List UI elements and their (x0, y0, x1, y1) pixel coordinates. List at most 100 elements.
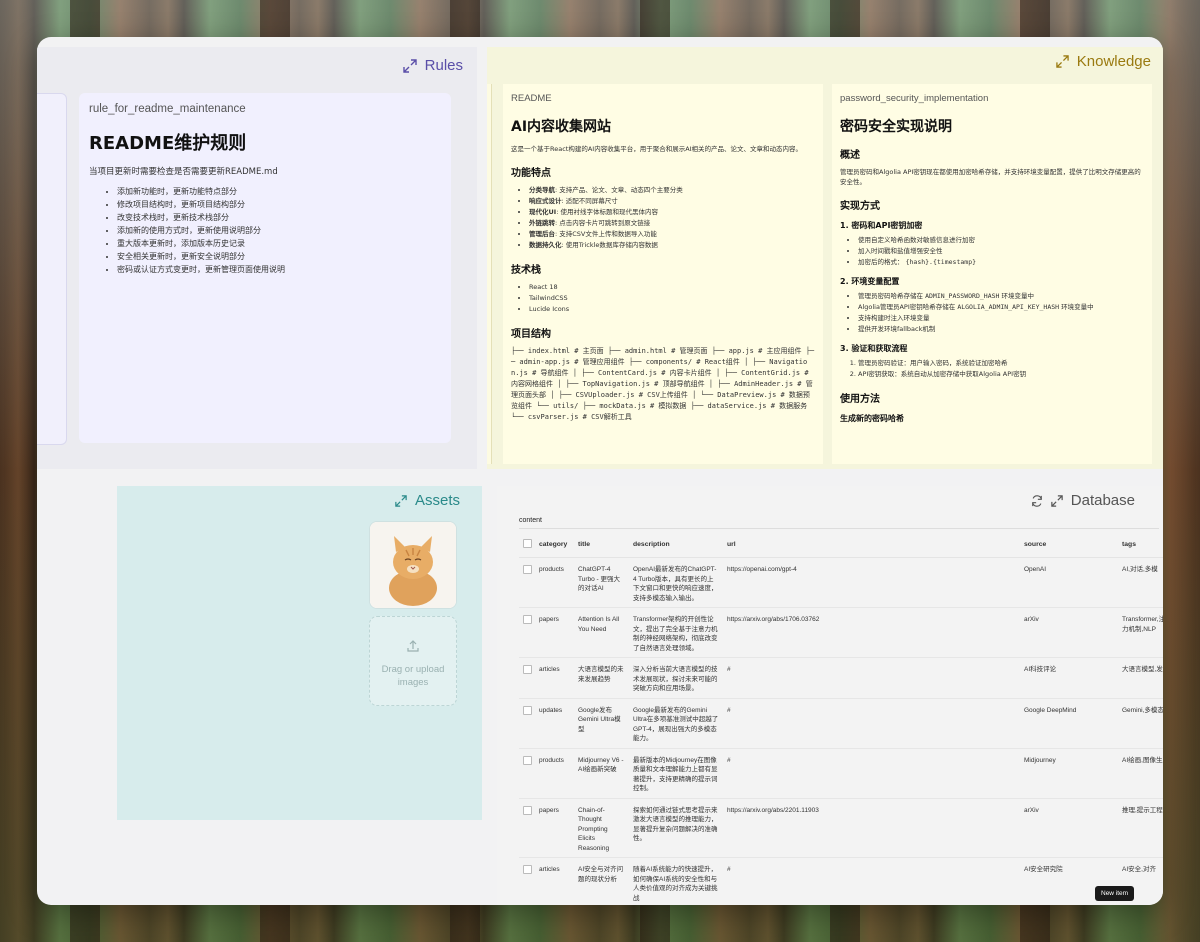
row-checkbox[interactable] (519, 798, 535, 858)
row-checkbox[interactable] (519, 748, 535, 799)
knowledge-card-readme[interactable]: README AI内容收集网站 这是一个基于React构建的AI内容收集平台，用… (503, 84, 823, 464)
table-row[interactable]: papers Attention Is All You Need Transfo… (519, 607, 1163, 658)
cell-title[interactable]: Google发布Gemini Ultra模型 (574, 698, 629, 749)
image-upload-dropzone[interactable]: Drag or upload images (369, 616, 457, 706)
cell-description[interactable]: OpenAI最新发布的ChatGPT-4 Turbo版本，具有更长的上下文窗口和… (629, 557, 723, 608)
list-item: 使用自定义哈希函数对敏感信息进行加密 (858, 235, 1144, 246)
usage-heading: 使用方法 (840, 394, 880, 405)
section-heading: 1. 密码和API密钥加密 (840, 221, 923, 230)
cell-title[interactable]: Attention Is All You Need (574, 607, 629, 658)
knowledge-card-tag: README (511, 93, 552, 104)
cell-url[interactable]: # (723, 657, 1020, 699)
column-header[interactable]: tags (1118, 532, 1163, 558)
structure-heading: 项目结构 (511, 329, 551, 340)
cell-category[interactable]: articles (535, 857, 574, 905)
tech-heading: 技术栈 (511, 265, 541, 276)
cell-description[interactable]: Google最新发布的Gemini Ultra在多项基准测试中超越了GPT-4，… (629, 698, 723, 749)
knowledge-card-tag: password_security_implementation (840, 93, 989, 104)
cell-category[interactable]: products (535, 748, 574, 799)
cell-tags[interactable]: AI绘画,图像生成 (1118, 748, 1163, 799)
cell-title[interactable]: ChatGPT-4 Turbo - 更强大的对话AI (574, 557, 629, 608)
table-row[interactable]: articles AI安全与对齐问题的现状分析 随着AI系统能力的快速提升，如何… (519, 857, 1163, 905)
expand-icon[interactable] (402, 58, 417, 73)
knowledge-panel: Knowledge README AI内容收集网站 这是一个基于React构建的… (487, 47, 1163, 469)
expand-icon[interactable] (395, 494, 407, 507)
column-header[interactable]: title (574, 532, 629, 558)
table-row[interactable]: articles 大语言模型的未来发展趋势 深入分析当前大语言模型的技术发展现状… (519, 657, 1163, 699)
table-row[interactable]: updates Google发布Gemini Ultra模型 Google最新发… (519, 698, 1163, 749)
cell-category[interactable]: products (535, 557, 574, 608)
list-item: 分类导航: 支持产品、论文、文章、动态四个主要分类 (529, 185, 815, 196)
row-checkbox[interactable] (519, 557, 535, 608)
rule-card[interactable]: rule_for_readme_maintenance README维护规则 当… (79, 93, 451, 443)
cell-title[interactable]: 大语言模型的未来发展趋势 (574, 657, 629, 699)
cell-category[interactable]: articles (535, 657, 574, 699)
table-row[interactable]: products Midjourney V6 - AI绘画新突破 最新版本的Mi… (519, 748, 1163, 799)
row-checkbox[interactable] (519, 657, 535, 699)
table-row[interactable]: products ChatGPT-4 Turbo - 更强大的对话AI Open… (519, 557, 1163, 608)
cell-title[interactable]: Midjourney V6 - AI绘画新突破 (574, 748, 629, 799)
refresh-icon[interactable] (1031, 494, 1043, 507)
cell-url[interactable]: # (723, 857, 1020, 905)
expand-icon[interactable] (1056, 55, 1069, 68)
cell-category[interactable]: papers (535, 798, 574, 858)
list-item: 数据持久化: 使用Trickle数据库存储内容数据 (529, 240, 815, 251)
tab-divider (519, 528, 1159, 529)
cell-url[interactable]: # (723, 748, 1020, 799)
cell-title[interactable]: Chain-of-Thought Prompting Elicits Reaso… (574, 798, 629, 858)
cell-category[interactable]: updates (535, 698, 574, 749)
column-header[interactable]: source (1020, 532, 1118, 558)
cell-source[interactable]: Midjourney (1020, 748, 1118, 799)
row-checkbox[interactable] (519, 607, 535, 658)
cell-description[interactable]: 最新版本的Midjourney在图像质量和文本理解能力上都有显著提升，支持更精确… (629, 748, 723, 799)
cell-description[interactable]: 深入分析当前大语言模型的技术发展现状，探讨未来可能的突破方向和应用场景。 (629, 657, 723, 699)
database-table: category title description url source ta… (519, 532, 1163, 905)
rule-card-partial[interactable] (37, 93, 67, 445)
cell-tags[interactable]: 推理,提示工程 (1118, 798, 1163, 858)
cell-url[interactable]: # (723, 698, 1020, 749)
list-item: 加入时间戳和盐值增强安全性 (858, 246, 1144, 257)
list-item: 修改项目结构时，更新项目结构部分 (117, 198, 441, 211)
cell-url[interactable]: https://arxiv.org/abs/2201.11903 (723, 798, 1020, 858)
column-header[interactable]: category (535, 532, 574, 558)
cell-source[interactable]: AI科技评论 (1020, 657, 1118, 699)
cell-tags[interactable]: 大语言模型,发展 (1118, 657, 1163, 699)
column-header[interactable]: description (629, 532, 723, 558)
table-row[interactable]: papers Chain-of-Thought Prompting Elicit… (519, 798, 1163, 858)
s3-list: 管理员密码验证：用户输入密码，系统验证加密哈希 API密钥获取：系统自动从加密存… (840, 358, 1144, 380)
overview-heading: 概述 (840, 150, 860, 161)
row-checkbox[interactable] (519, 698, 535, 749)
cell-description[interactable]: Transformer架构的开创性论文，提出了完全基于注意力机制的神经网络架构，… (629, 607, 723, 658)
tab-content[interactable]: content (519, 517, 542, 524)
cell-title[interactable]: AI安全与对齐问题的现状分析 (574, 857, 629, 905)
cell-source[interactable]: OpenAI (1020, 557, 1118, 608)
knowledge-card-password[interactable]: password_security_implementation 密码安全实现说… (832, 84, 1152, 464)
cell-source[interactable]: arXiv (1020, 607, 1118, 658)
new-item-button[interactable]: New item (1095, 886, 1135, 901)
cell-url[interactable]: https://openai.com/gpt-4 (723, 557, 1020, 608)
cell-description[interactable]: 随着AI系统能力的快速提升，如何确保AI系统的安全性和与人类价值观的对齐成为关键… (629, 857, 723, 905)
cell-tags[interactable]: Gemini,多模态 (1118, 698, 1163, 749)
cell-tags[interactable]: Transformer,注意力机制,NLP (1118, 607, 1163, 658)
cell-url[interactable]: https://arxiv.org/abs/1706.03762 (723, 607, 1020, 658)
rule-card-intro: 当项目更新时需要检查是否需要更新README.md (89, 167, 278, 177)
knowledge-card-partial[interactable] (487, 84, 492, 464)
expand-icon[interactable] (1051, 494, 1063, 507)
knowledge-card-heading: 密码安全实现说明 (840, 119, 952, 135)
cell-source[interactable]: arXiv (1020, 798, 1118, 858)
list-item: API密钥获取：系统自动从加密存储中获取Algolia API密钥 (858, 369, 1144, 380)
knowledge-header: Knowledge (1056, 53, 1151, 70)
cell-source[interactable]: Google DeepMind (1020, 698, 1118, 749)
assets-header: Assets (395, 492, 460, 509)
column-header[interactable]: url (723, 532, 1020, 558)
cell-tags[interactable]: AI,对话,多模 (1118, 557, 1163, 608)
cell-category[interactable]: papers (535, 607, 574, 658)
list-item: 外链跳转: 点击内容卡片可跳转到原文链接 (529, 218, 815, 229)
cell-description[interactable]: 探索如何通过链式思考提示来激发大语言模型的推理能力，显著提升复杂问题解决的准确性… (629, 798, 723, 858)
asset-thumbnail[interactable] (369, 521, 457, 609)
rules-panel: Rules rule_for_readme_maintenance README… (37, 47, 477, 469)
rules-title: Rules (424, 57, 463, 74)
select-all-checkbox[interactable] (519, 532, 535, 558)
row-checkbox[interactable] (519, 857, 535, 905)
list-item: Lucide Icons (529, 304, 815, 315)
